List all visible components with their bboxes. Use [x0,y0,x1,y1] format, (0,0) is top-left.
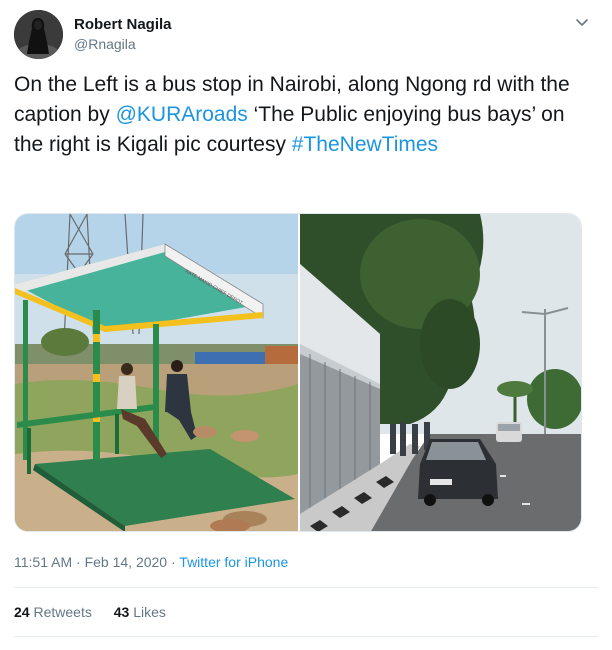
retweets-label: Retweets [33,604,92,620]
meta-separator-2: · [167,554,180,570]
divider-top [14,587,598,588]
mention-link[interactable]: @KURAroads [116,103,248,126]
retweets-stat[interactable]: 24 Retweets [14,604,92,620]
tweet-stats: 24 Retweets 43 Likes [14,604,184,620]
divider-bottom [14,636,598,637]
likes-count: 43 [113,604,130,620]
meta-separator: · [72,554,85,570]
photo-nairobi-bus-stop[interactable]: KATE MAKIO CHIEF DEPOT [15,214,298,531]
author-name[interactable]: Robert Nagila [74,16,172,33]
tweet-card: Robert Nagila @Rnagila On the Left is a … [0,0,612,650]
retweets-count: 24 [14,604,30,620]
tweet-date[interactable]: Feb 14, 2020 [85,554,168,570]
tweet-header: Robert Nagila @Rnagila [14,10,604,60]
tweet-time[interactable]: 11:51 AM [14,554,72,570]
media-grid: KATE MAKIO CHIEF DEPOT [14,213,582,532]
avatar-image [14,10,63,59]
hashtag-link[interactable]: #TheNewTimes [292,133,438,156]
tweet-text: On the Left is a bus stop in Nairobi, al… [14,70,594,160]
likes-stat[interactable]: 43 Likes [114,604,166,620]
avatar[interactable] [14,10,63,59]
tweet-source[interactable]: Twitter for iPhone [179,554,288,570]
author-handle[interactable]: @Rnagila [74,36,136,52]
likes-label: Likes [133,604,166,620]
photo-kigali-bus-stop[interactable] [300,214,581,531]
tweet-meta: 11:51 AM · Feb 14, 2020 · Twitter for iP… [14,554,288,570]
chevron-down-icon[interactable] [574,14,590,30]
